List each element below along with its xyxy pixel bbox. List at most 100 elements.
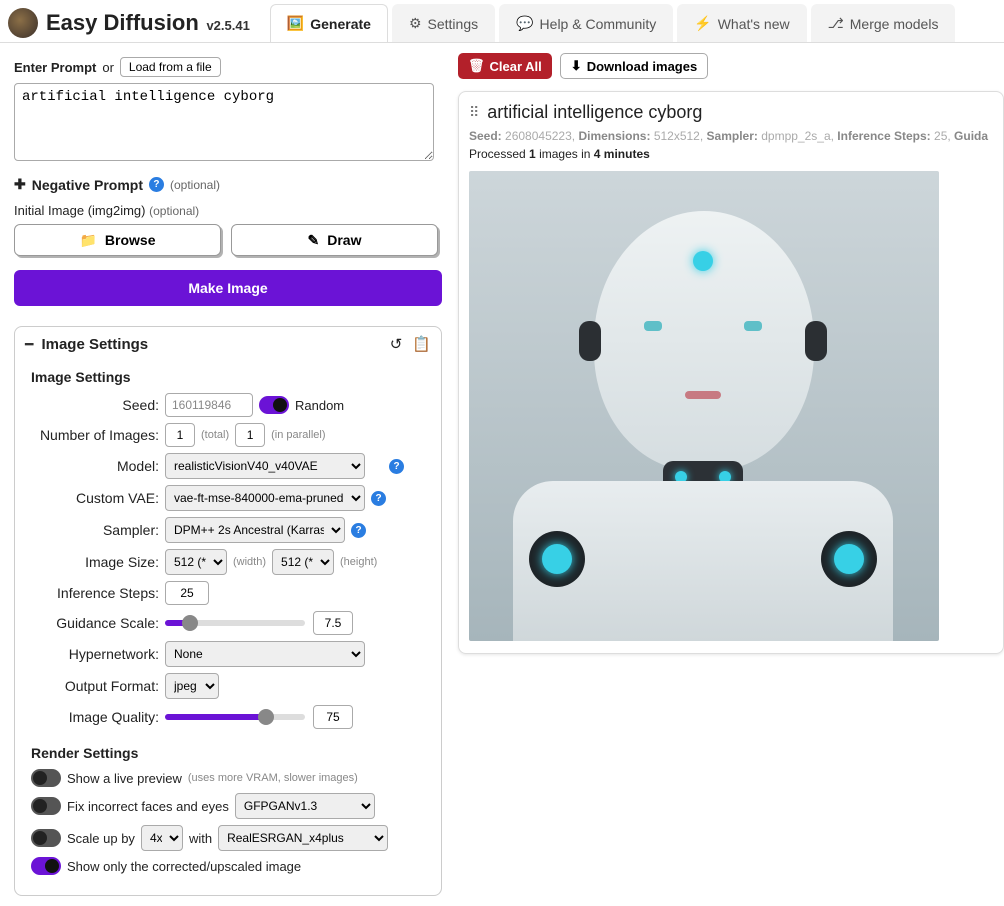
height-select[interactable]: 512 (*) xyxy=(272,549,334,575)
optional-hint: (optional) xyxy=(170,178,220,192)
seed-input[interactable] xyxy=(165,393,253,417)
app-header: Easy Diffusion v2.5.41 🖼️ Generate ⚙ Set… xyxy=(0,0,1004,43)
negative-prompt-label: Negative Prompt xyxy=(32,177,143,193)
grip-icon[interactable]: ⠿ xyxy=(469,104,479,121)
model-label: Model: xyxy=(25,458,159,474)
hyper-select[interactable]: None xyxy=(165,641,365,667)
optional-hint-2: (optional) xyxy=(149,204,199,218)
show-only-label: Show only the corrected/upscaled image xyxy=(67,859,301,874)
tab-whatsnew[interactable]: ⚡ What's new xyxy=(677,4,806,42)
clear-all-button[interactable]: 🗑 Clear All xyxy=(458,53,552,79)
browse-label: Browse xyxy=(105,232,156,248)
guidance-input[interactable] xyxy=(313,611,353,635)
random-toggle[interactable] xyxy=(259,396,289,414)
help-icon[interactable]: ? xyxy=(371,491,386,506)
draw-label: Draw xyxy=(327,232,361,248)
prompt-textarea[interactable]: artificial intelligence cyborg xyxy=(14,83,434,161)
vae-select[interactable]: vae-ft-mse-840000-ema-pruned xyxy=(165,485,365,511)
format-select[interactable]: jpeg xyxy=(165,673,219,699)
chat-icon: 💬 xyxy=(516,15,533,32)
gear-icon: ⚙ xyxy=(409,15,422,32)
browse-button[interactable]: 📁 Browse xyxy=(14,224,221,256)
output-prompt-title: artificial intelligence cyborg xyxy=(487,102,702,123)
initial-image-row: Initial Image (img2img) (optional) xyxy=(14,203,438,218)
collapse-icon[interactable]: ━ xyxy=(25,336,33,353)
quality-input[interactable] xyxy=(313,705,353,729)
help-icon[interactable]: ? xyxy=(351,523,366,538)
clear-label: Clear All xyxy=(490,59,542,74)
width-hint: (width) xyxy=(233,556,266,568)
total-hint: (total) xyxy=(201,429,229,441)
show-only-toggle[interactable] xyxy=(31,857,61,875)
prompt-label: Enter Prompt xyxy=(14,60,96,75)
seed-label: Seed: xyxy=(25,397,159,413)
proc-n: 1 xyxy=(529,147,536,161)
pencil-icon: ✎ xyxy=(308,232,320,249)
guidance-slider[interactable] xyxy=(165,620,305,626)
draw-button[interactable]: ✎ Draw xyxy=(231,224,438,256)
brand-version: v2.5.41 xyxy=(206,18,249,33)
prompt-or: or xyxy=(102,60,114,75)
guidance-label: Guidance Scale: xyxy=(25,615,159,631)
load-from-file-button[interactable]: Load from a file xyxy=(120,57,221,77)
trash-icon: 🗑 xyxy=(468,58,485,74)
result-image[interactable] xyxy=(469,171,939,641)
tab-settings[interactable]: ⚙ Settings xyxy=(392,4,495,42)
height-hint: (height) xyxy=(340,556,377,568)
undo-icon[interactable]: ↺ xyxy=(390,335,403,353)
image-icon: 🖼️ xyxy=(287,15,304,32)
proc-t: 4 minutes xyxy=(594,147,650,161)
vae-label: Custom VAE: xyxy=(25,490,159,506)
top-tabs: 🖼️ Generate ⚙ Settings 💬 Help & Communit… xyxy=(270,4,956,42)
brand-name: Easy Diffusion xyxy=(46,10,199,35)
scale-up-toggle[interactable] xyxy=(31,829,61,847)
live-preview-toggle[interactable] xyxy=(31,769,61,787)
output-toolbar: 🗑 Clear All ⬇ Download images xyxy=(458,53,1004,85)
image-settings-panel: ━ Image Settings ↺ 📋 Image Settings Seed… xyxy=(14,326,442,896)
tab-help-label: Help & Community xyxy=(540,16,657,32)
tab-whatsnew-label: What's new xyxy=(718,16,790,32)
tab-help[interactable]: 💬 Help & Community xyxy=(499,4,673,42)
clipboard-icon[interactable]: 📋 xyxy=(412,335,431,353)
tab-generate[interactable]: 🖼️ Generate xyxy=(270,4,388,42)
sampler-select[interactable]: DPM++ 2s Ancestral (Karras) xyxy=(165,517,345,543)
make-image-button[interactable]: Make Image xyxy=(14,270,442,306)
scale-factor-select[interactable]: 4x xyxy=(141,825,183,851)
merge-icon: ⎇ xyxy=(828,15,844,32)
right-column: 🗑 Clear All ⬇ Download images ⠿ artifici… xyxy=(448,43,1004,906)
initial-image-buttons: 📁 Browse ✎ Draw xyxy=(14,224,438,256)
help-icon[interactable]: ? xyxy=(149,177,164,192)
fix-faces-toggle[interactable] xyxy=(31,797,61,815)
face-model-select[interactable]: GFPGANv1.3 xyxy=(235,793,375,819)
quality-slider[interactable] xyxy=(165,714,305,720)
upscaler-select[interactable]: RealESRGAN_x4plus xyxy=(218,825,388,851)
download-icon: ⬇ xyxy=(571,58,582,74)
meta-dim-k: Dimensions: xyxy=(578,129,650,143)
width-select[interactable]: 512 (*) xyxy=(165,549,227,575)
steps-label: Inference Steps: xyxy=(25,585,159,601)
meta-seed-k: Seed: xyxy=(469,129,502,143)
output-meta: Seed: 2608045223, Dimensions: 512x512, S… xyxy=(469,129,993,143)
section-render-settings: Render Settings xyxy=(31,745,431,761)
tab-merge[interactable]: ⎇ Merge models xyxy=(811,4,956,42)
num-total-input[interactable] xyxy=(165,423,195,447)
negative-prompt-row: ✚ Negative Prompt ? (optional) xyxy=(14,176,438,193)
left-column: Enter Prompt or Load from a file artific… xyxy=(0,43,448,906)
help-icon[interactable]: ? xyxy=(389,459,404,474)
random-label: Random xyxy=(295,398,344,413)
download-label: Download images xyxy=(587,59,698,74)
tab-settings-label: Settings xyxy=(428,16,479,32)
model-select[interactable]: realisticVisionV40_v40VAE xyxy=(165,453,365,479)
panel-title: Image Settings xyxy=(41,336,381,353)
plus-icon[interactable]: ✚ xyxy=(14,176,26,193)
num-images-label: Number of Images: xyxy=(25,427,159,443)
steps-input[interactable] xyxy=(165,581,209,605)
folder-icon: 📁 xyxy=(79,232,96,249)
meta-steps-k: Inference Steps: xyxy=(837,129,930,143)
initial-image-label: Initial Image (img2img) xyxy=(14,203,146,218)
download-button[interactable]: ⬇ Download images xyxy=(560,53,708,79)
quality-label: Image Quality: xyxy=(25,709,159,725)
num-parallel-input[interactable] xyxy=(235,423,265,447)
meta-steps-v: 25 xyxy=(934,129,947,143)
proc-a: Processed xyxy=(469,147,526,161)
